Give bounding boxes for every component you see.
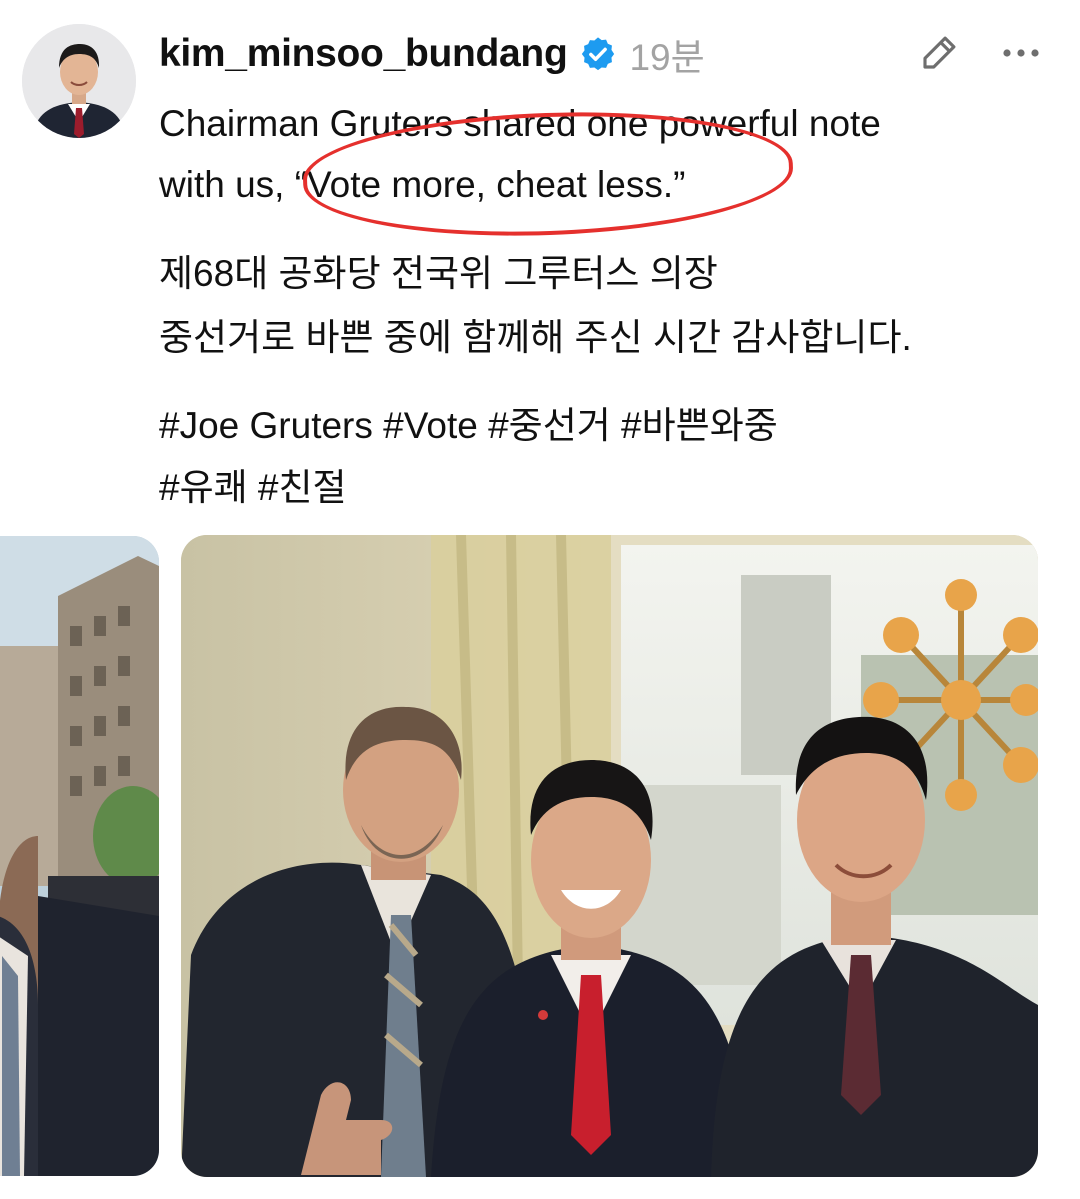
username[interactable]: kim_minsoo_bundang (159, 32, 568, 76)
korean-text-line-2: 중선거로 바쁜 중에 함께해 주신 시간 감사합니다. (159, 317, 912, 358)
carousel-photo-previous[interactable] (0, 536, 159, 1176)
more-options-button[interactable] (996, 30, 1046, 76)
hashtags-line-1[interactable]: #Joe Gruters #Vote #중선거 #바쁜와중 (159, 395, 1039, 456)
post-header: kim_minsoo_bundang 19분 (159, 26, 705, 82)
verified-badge-icon (579, 35, 617, 73)
hashtags-line-2[interactable]: #유쾌 #친절 (159, 457, 1039, 518)
avatar-portrait (22, 24, 136, 138)
group-selfie-photo (181, 535, 1038, 1177)
avatar[interactable] (22, 24, 136, 138)
korean-text-line-1: 제68대 공화당 전국위 그루터스 의장 (159, 253, 718, 294)
pencil-icon (923, 36, 956, 69)
carousel-photo-current[interactable] (181, 535, 1038, 1177)
more-options-icon (1003, 49, 1039, 57)
street-photo (0, 536, 159, 1176)
post-timestamp: 19분 (629, 37, 705, 78)
edit-button[interactable] (916, 30, 962, 76)
